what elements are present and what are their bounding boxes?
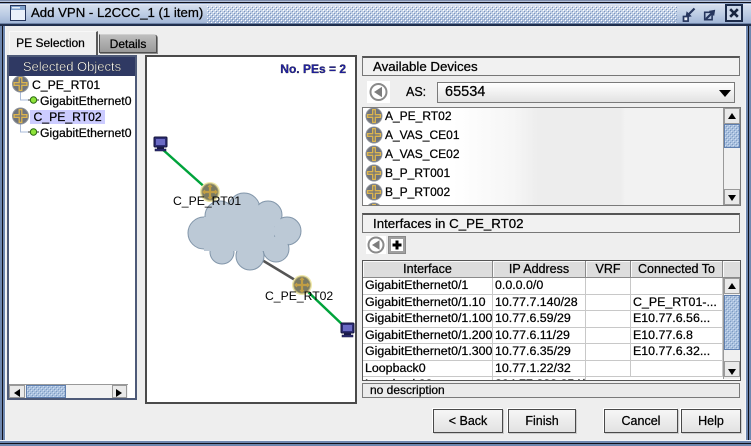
svg-text:C_PE_RT01: C_PE_RT01	[173, 194, 241, 208]
svg-text:C_PE_RT02: C_PE_RT02	[265, 289, 333, 303]
